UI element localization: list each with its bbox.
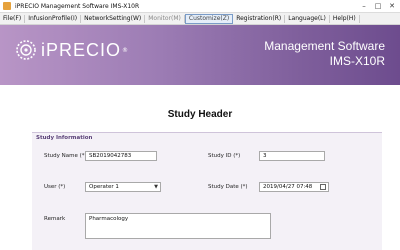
product-title-line2: IMS-X10R [329,54,385,68]
menu-file[interactable]: File(F) [0,14,26,23]
study-date-label: Study Date (*) [208,184,248,190]
user-label: User (*) [44,184,66,190]
study-date-picker[interactable]: 2019/04/27 07:48 [259,182,329,192]
maximize-button[interactable]: □ [372,1,384,10]
menu-help[interactable]: Help(H) [330,14,360,23]
study-date-value: 2019/04/27 07:48 [263,184,313,190]
remark-textarea[interactable]: Pharmacology [85,213,271,239]
chevron-down-icon: ▼ [154,184,158,190]
menu-bar: File(F) InfusionProfile(I) NetworkSettin… [0,13,400,25]
study-id-input[interactable]: 3 [259,151,325,161]
minimize-button[interactable]: – [358,1,370,10]
study-information-section: Study Information Study Name (*) SB20190… [32,132,382,250]
page-title: Study Header [167,109,233,120]
main-content: Study Header Study Information Study Nam… [0,85,400,250]
app-icon [3,2,11,10]
product-title-line1: Management Software [264,39,385,53]
logo-text: iPRECIO [41,39,122,60]
window-controls: – □ ✕ [358,1,398,10]
remark-label: Remark [44,216,66,222]
menu-monitor[interactable]: Monitor(M) [145,14,185,23]
menu-infusion-profile[interactable]: InfusionProfile(I) [25,14,82,23]
user-select[interactable]: Operater 1 ▼ [85,182,161,192]
study-id-label: Study ID (*) [208,153,241,159]
calendar-icon[interactable] [320,184,326,190]
iprecio-logo: iPRECIO ® [15,39,128,61]
title-bar: iPRECIO Management Software IMS-X10R – □… [0,0,400,13]
section-header: Study Information [36,135,93,141]
user-select-value: Operater 1 [89,184,119,190]
product-title: Management Software IMS-X10R [264,39,385,69]
logo-registered-mark: ® [122,46,129,54]
menu-network-setting[interactable]: NetworkSetting(W) [81,14,146,23]
menu-language[interactable]: Language(L) [285,14,330,23]
logo-mark-icon [16,40,36,60]
study-name-input[interactable]: SB2019042783 [85,151,157,161]
study-name-label: Study Name (*) [44,153,87,159]
header-banner: iPRECIO ® Management Software IMS-X10R [0,25,400,85]
menu-registration[interactable]: Registration(R) [233,14,286,23]
close-button[interactable]: ✕ [386,1,398,10]
window-title: iPRECIO Management Software IMS-X10R [15,2,140,10]
menu-customize[interactable]: Customize(Z) [184,13,234,24]
